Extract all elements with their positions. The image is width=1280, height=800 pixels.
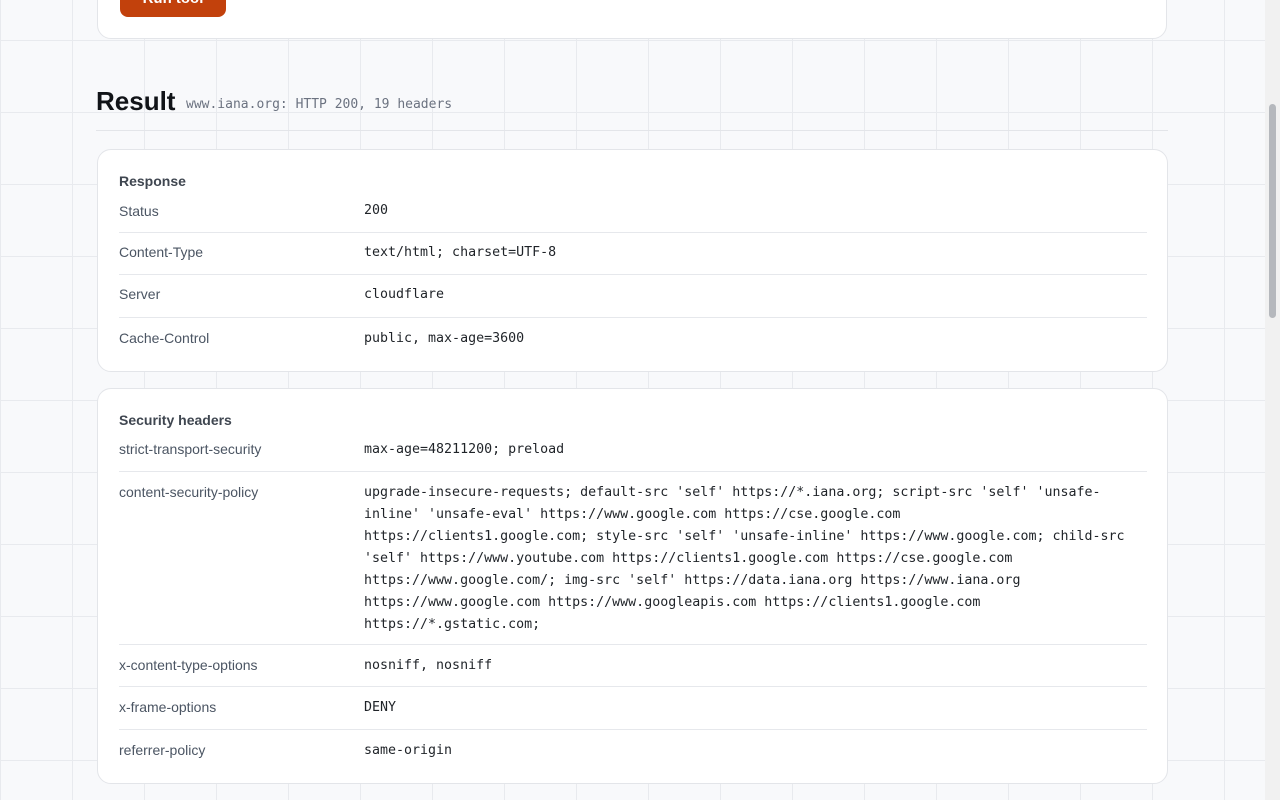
table-row: Status 200 <box>119 195 1147 233</box>
response-card-title: Response <box>119 173 186 189</box>
result-summary: www.iana.org: HTTP 200, 19 headers <box>186 97 453 112</box>
header-key: content-security-policy <box>119 484 259 500</box>
header-value: public, max-age=3600 <box>364 331 525 346</box>
header-key: referrer-policy <box>119 742 206 758</box>
result-header: Result www.iana.org: HTTP 200, 19 header… <box>96 84 1168 131</box>
table-row: Content-Type text/html; charset=UTF-8 <box>119 233 1147 275</box>
header-value: DENY <box>364 700 397 715</box>
table-row: Server cloudflare <box>119 275 1147 318</box>
tool-card: Run tool <box>97 0 1167 39</box>
header-value: max-age=48211200; preload <box>364 442 565 457</box>
header-value: 200 <box>364 203 389 218</box>
header-value: same-origin <box>364 743 453 758</box>
header-key: Server <box>119 286 161 302</box>
table-row: x-content-type-options nosniff, nosniff <box>119 645 1147 687</box>
security-headers-card: Security headers strict-transport-securi… <box>97 388 1168 784</box>
header-key: Cache-Control <box>119 330 210 346</box>
header-key: x-content-type-options <box>119 657 258 673</box>
page-scrollbar[interactable] <box>1265 0 1280 800</box>
scrollbar-thumb[interactable] <box>1269 104 1276 318</box>
security-card-title: Security headers <box>119 412 232 428</box>
header-key: Status <box>119 203 159 219</box>
header-value: upgrade-insecure-requests; default-src '… <box>364 485 1125 632</box>
response-card: Response Status 200 Content-Type text/ht… <box>97 149 1168 372</box>
table-row: strict-transport-security max-age=482112… <box>119 433 1147 472</box>
result-title: Result <box>96 86 176 116</box>
table-row: Cache-Control public, max-age=3600 <box>119 318 1147 360</box>
run-tool-button[interactable]: Run tool <box>120 0 226 17</box>
table-row: referrer-policy same-origin <box>119 730 1147 772</box>
header-value: text/html; charset=UTF-8 <box>364 245 557 260</box>
header-key: strict-transport-security <box>119 441 262 457</box>
header-key: Content-Type <box>119 244 204 260</box>
table-row: content-security-policy upgrade-insecure… <box>119 472 1147 645</box>
header-value: nosniff, nosniff <box>364 658 493 673</box>
table-row: x-frame-options DENY <box>119 687 1147 730</box>
header-value: cloudflare <box>364 287 445 302</box>
header-key: x-frame-options <box>119 699 217 715</box>
